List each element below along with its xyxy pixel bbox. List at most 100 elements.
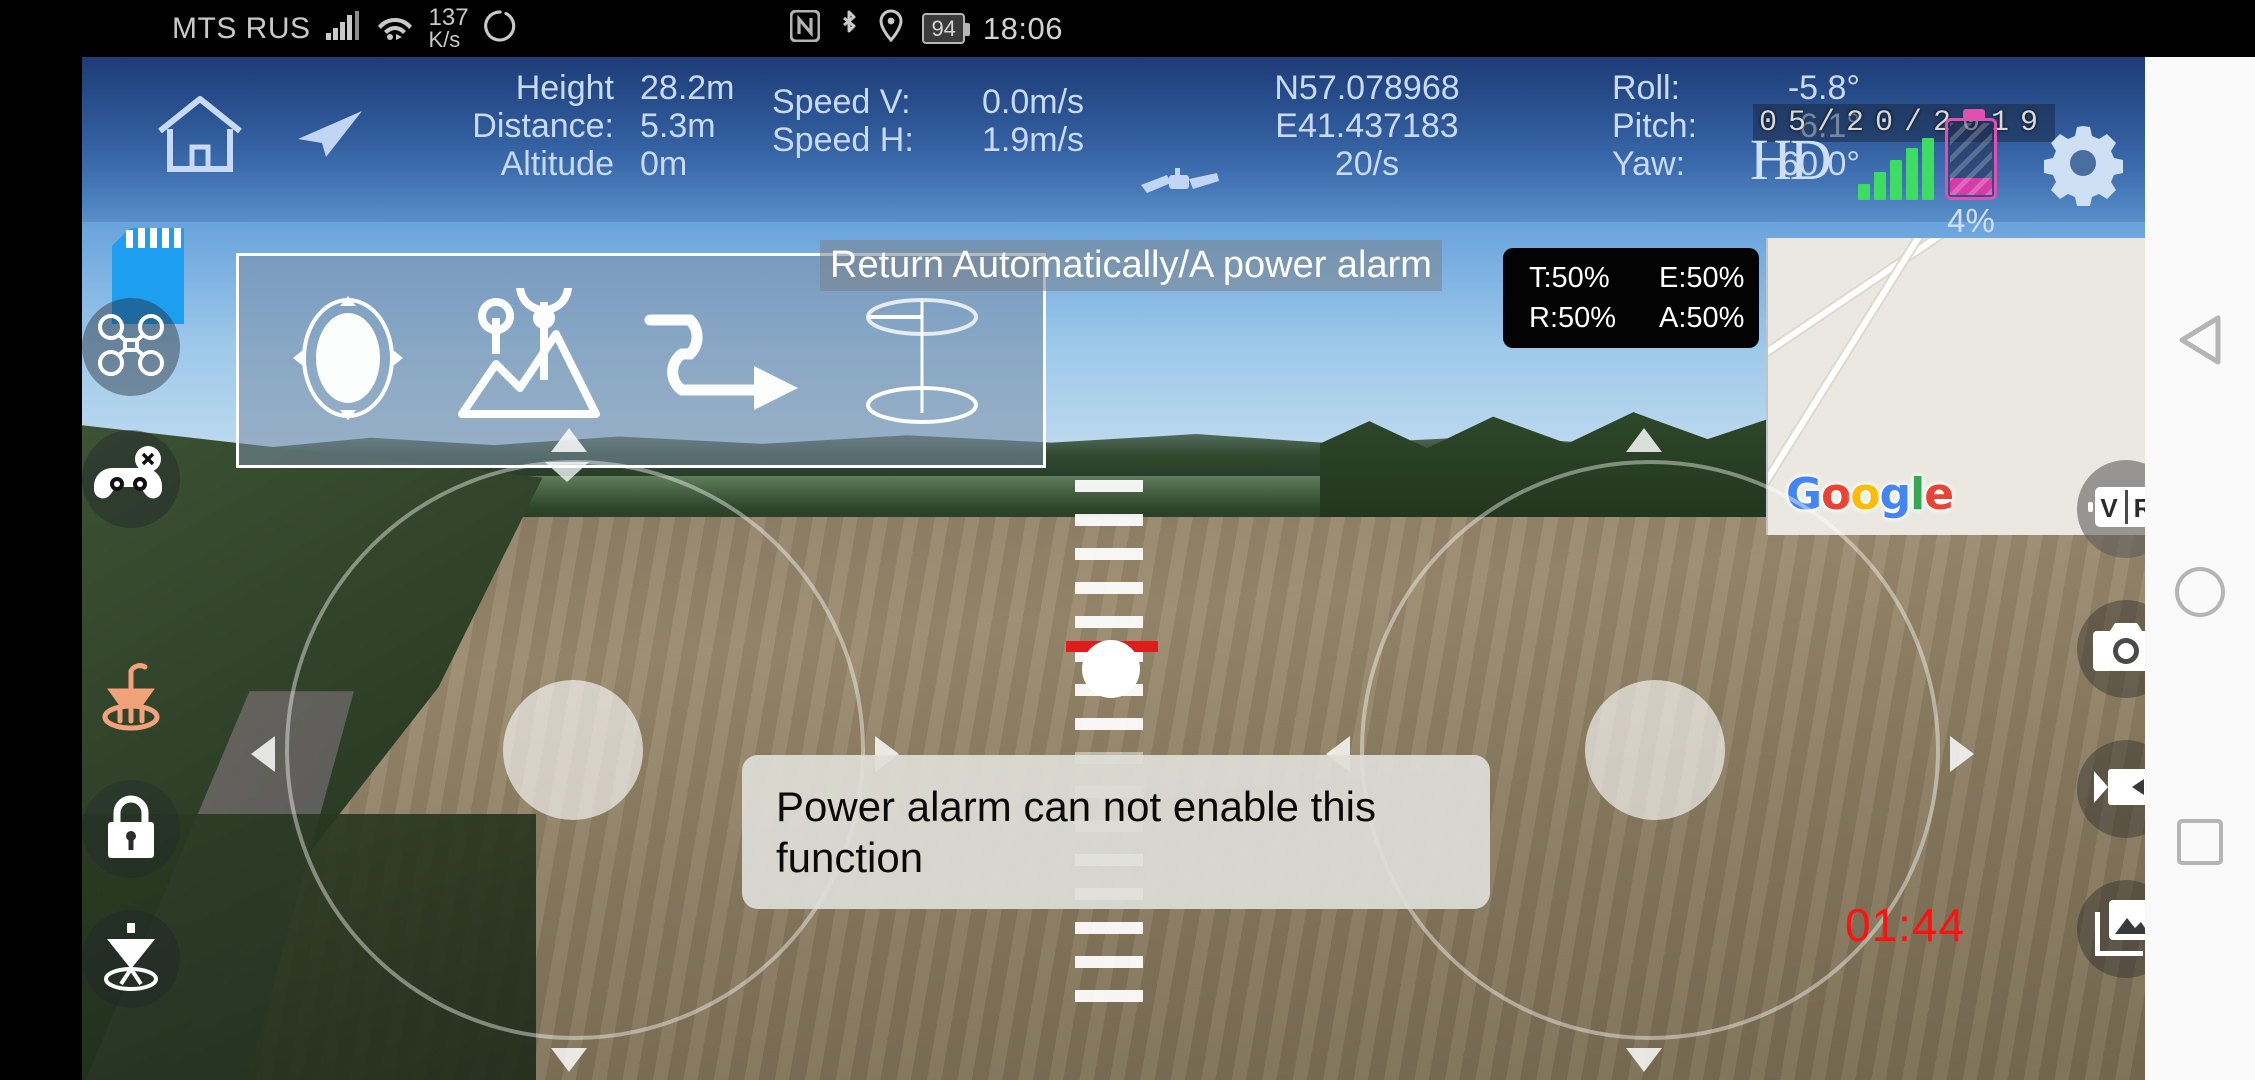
joystick-left-arrow-up-icon [551,428,587,452]
left-black-gutter [0,57,82,1080]
home-circle-icon [2175,567,2225,617]
drone-battery-percent: 4% [1947,202,1995,239]
telemetry-altitude-row: Altitude 0m [382,145,744,183]
attitude-ladder [1075,480,1145,1025]
throttle-value: T:50% [1529,261,1610,294]
nav-back-button[interactable] [2145,287,2255,397]
google-logo-letter: o [1850,469,1880,520]
recording-timer: 01:44 [1845,899,1966,951]
rudder-value: R:50% [1529,302,1617,334]
carrier-label: MTS RUS [172,11,311,45]
sidebar-item-takeoff[interactable] [82,650,180,748]
distance-value: 5.3m [640,107,716,145]
telemetry-latitude-row: N57.078968 [1202,69,1532,107]
telemetry-group-position: Height 28.2m Distance: 5.3m Altitude 0m [382,69,744,183]
google-logo-letter: g [1879,469,1911,520]
android-status-bar: MTS RUS 137 K/s 94 18:06 [0,0,2255,57]
right-joystick-knob[interactable] [1585,680,1725,820]
clock-label: 18:06 [982,10,1063,46]
cellular-signal-icon [325,11,363,46]
drone-battery-icon [1945,109,1997,200]
pitch-label: Pitch: [1612,107,1698,145]
stick-row-throttle-elevator: T:50% E:50% [1529,258,1745,298]
sidebar-item-drone-status[interactable] [82,298,180,396]
speed-h-label: Speed H: [772,121,914,159]
joystick-right-arrow-right-icon [1950,736,1974,772]
land-icon [97,921,165,998]
gamepad-disconnected-icon [94,445,168,513]
drone-heading-arrow-icon [292,105,366,166]
telemetry-group-speed: Speed V: 0.0m/s Speed H: 1.9m/s [772,83,1132,159]
height-label: Height [515,69,614,107]
gps-rate-value: 20/s [1334,145,1400,183]
android-nav-bar [2145,57,2255,1080]
sidebar-item-lock-motors[interactable] [82,780,180,878]
ladder-rung [1075,582,1143,594]
ladder-rung [1075,548,1143,560]
point-of-interest-mode-icon[interactable] [847,283,997,438]
google-logo-letter: l [1910,469,1925,520]
back-icon [2174,312,2226,373]
follow-path-mode-icon[interactable] [642,298,812,423]
toast-message: Power alarm can not enable this function [742,755,1490,910]
telemetry-roll-row: Roll: -5.8° [1612,69,1860,107]
yaw-label: Yaw: [1612,145,1686,183]
telemetry-speed-h-row: Speed H: 1.9m/s [772,121,1132,159]
battery-icon: 94 [922,12,971,45]
speed-v-label: Speed V: [772,83,911,121]
height-value: 28.2m [640,69,735,107]
telemetry-height-row: Height 28.2m [382,69,744,107]
ladder-rung [1075,480,1143,492]
google-logo-letter: o [1821,469,1851,520]
roll-value: -5.8° [1787,69,1860,107]
network-speed-unit: K/s [428,27,461,53]
elevator-value: E:50% [1659,261,1745,294]
svg-text:V: V [2100,493,2118,523]
sidebar-item-remote-controller[interactable] [82,430,180,528]
takeoff-icon [96,659,166,740]
recents-square-icon [2177,819,2223,865]
telemetry-speed-v-row: Speed V: 0.0m/s [772,83,1132,121]
telemetry-distance-row: Distance: 5.3m [382,107,744,145]
drone-icon [97,313,165,382]
status-bar-left-group: MTS RUS 137 K/s [172,0,517,57]
nav-recents-button[interactable] [2145,787,2255,897]
altitude-label: Altitude [500,145,614,183]
orbit-mode-icon[interactable] [285,288,411,433]
telemetry-group-gps: N57.078968 E41.437183 20/s [1202,69,1532,183]
status-bar-right-group: 94 18:06 [789,0,1063,57]
stick-calibration-panel: T:50% E:50% R:50% A:50% [1503,248,1759,348]
joystick-right-arrow-up-icon [1626,428,1662,452]
network-speed-value: 137 [428,3,469,31]
waypoint-mode-icon[interactable] [446,258,606,433]
speed-h-value: 1.9m/s [982,121,1085,159]
ladder-rung [1075,616,1143,628]
wifi-icon [377,11,413,46]
ladder-rung [1075,718,1143,730]
stick-row-rudder-aileron: R:50% A:50% [1529,298,1745,338]
home-icon[interactable] [154,91,246,180]
ladder-center-indicator [1082,640,1140,698]
network-speed-indicator: 137 K/s [429,6,469,51]
aileron-value: A:50% [1659,302,1745,334]
longitude-value: E41.437183 [1275,107,1459,145]
left-joystick-knob[interactable] [503,680,643,820]
gear-icon[interactable] [2040,120,2126,211]
lock-icon [103,793,159,866]
bluetooth-icon [838,9,860,48]
latitude-value: N57.078968 [1274,69,1460,107]
telemetry-gps-rate-row: 20/s [1202,145,1532,183]
hd-label: HD [1750,127,1832,192]
roll-label: Roll: [1612,69,1681,107]
ladder-rung [1075,922,1143,934]
sidebar-item-land[interactable] [82,910,180,1008]
nav-home-button[interactable] [2145,537,2255,647]
return-home-banner: Return Automatically/A power alarm [820,240,1442,291]
sync-icon [483,9,517,48]
ladder-rung [1075,956,1143,968]
distance-label: Distance: [472,107,614,145]
telemetry-longitude-row: E41.437183 [1202,107,1532,145]
speed-v-value: 0.0m/s [982,83,1085,121]
altitude-value: 0m [640,145,688,183]
map-road-line [1768,238,2145,494]
